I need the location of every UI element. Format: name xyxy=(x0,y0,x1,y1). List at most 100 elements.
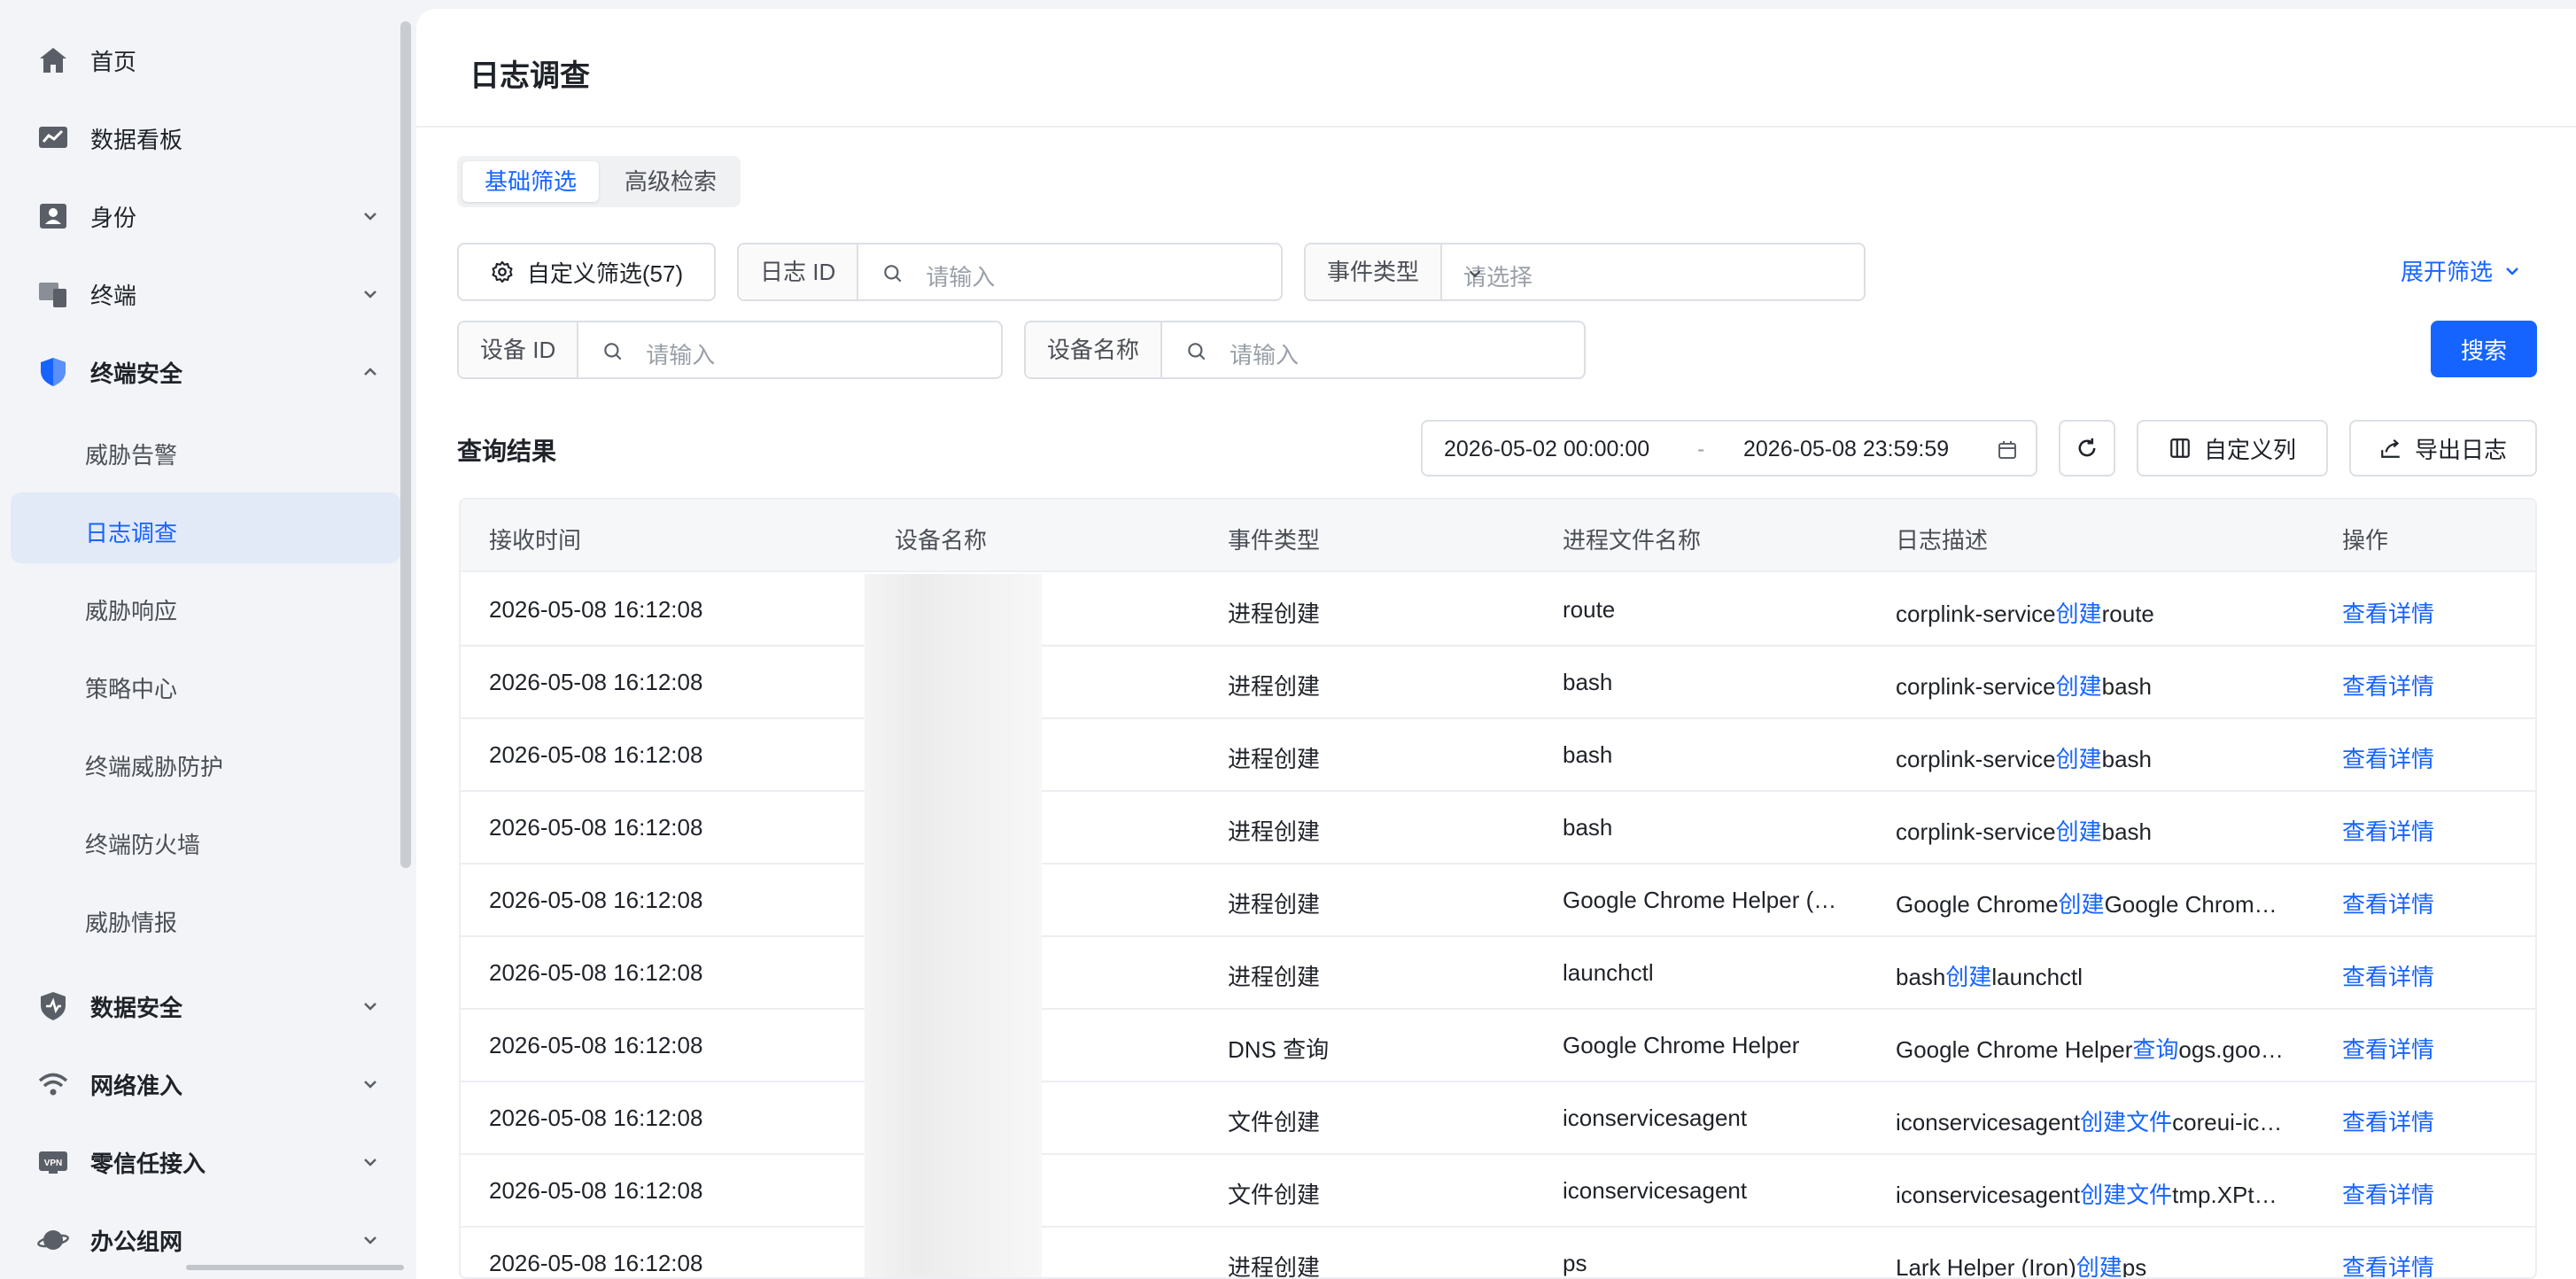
sub-policy-center[interactable]: 策略中心 xyxy=(11,648,400,719)
page-title: 日志调查 xyxy=(469,59,590,93)
cell-process-name: launchctl xyxy=(1563,959,1654,986)
view-details-link[interactable]: 查看详情 xyxy=(2342,1177,2434,1210)
desc-target: bash xyxy=(2101,746,2153,772)
table-row: 2026-05-08 16:12:08 进程创建 bash corplink-serv… xyxy=(461,647,2535,719)
table-row: 2026-05-08 16:12:08 进程创建 bash corplink-serv… xyxy=(461,719,2535,792)
desc-source: iconservicesagent xyxy=(1896,1182,2081,1208)
nav-network-access[interactable]: 网络准入 xyxy=(11,1049,400,1120)
desc-source: Lark Helper (Iron) xyxy=(1896,1254,2076,1279)
device-name-field: 设备名称 请输入 xyxy=(1024,321,1586,379)
log-id-input[interactable]: 请输入 xyxy=(858,244,1281,299)
sub-label: 威胁告警 xyxy=(85,442,178,469)
sidebar: 首页 数据看板 身份 终端 终端安全 威胁告警 日志调查 威胁响应 策略中心 终… xyxy=(0,0,416,1279)
col-receive-time[interactable]: 接收时间 xyxy=(489,523,581,555)
cell-receive-time: 2026-05-08 16:12:08 xyxy=(489,596,703,623)
desc-target: ogs.goo… xyxy=(2178,1036,2284,1063)
chevron-down-icon xyxy=(364,1236,376,1244)
view-details-link[interactable]: 查看详情 xyxy=(2342,887,2434,919)
view-details-link[interactable]: 查看详情 xyxy=(2342,959,2434,992)
device-id-field: 设备 ID 请输入 xyxy=(457,321,1003,379)
nav-endpoint-security[interactable]: 终端安全 xyxy=(11,337,400,407)
date-range-picker[interactable]: 2026-05-02 00:00:00 - 2026-05-08 23:59:5… xyxy=(1421,420,2037,477)
cell-process-name: Google Chrome Helper xyxy=(1563,1032,1800,1058)
sub-log-investigation[interactable]: 日志调查 xyxy=(11,492,400,563)
sidebar-horizontal-scrollbar[interactable] xyxy=(186,1265,404,1270)
view-details-link[interactable]: 查看详情 xyxy=(2342,814,2434,847)
nav-label: 终端安全 xyxy=(90,360,183,387)
search-icon xyxy=(1188,343,1206,360)
expand-filter-link[interactable]: 展开筛选 xyxy=(2401,254,2523,287)
sub-threat-alert[interactable]: 威胁告警 xyxy=(11,415,400,485)
custom-columns-label: 自定义列 xyxy=(2203,436,2296,463)
sub-threat-protection[interactable]: 终端威胁防护 xyxy=(11,726,400,797)
sidebar-scrollbar[interactable] xyxy=(400,21,411,868)
custom-filter-button[interactable]: 自定义筛选(57) xyxy=(457,243,716,301)
sub-threat-response[interactable]: 威胁响应 xyxy=(11,570,400,641)
cell-event-type: 进程创建 xyxy=(1228,601,1321,627)
chevron-down-icon xyxy=(364,1159,376,1167)
date-end[interactable]: 2026-05-08 23:59:59 xyxy=(1743,437,1949,462)
tab-advanced-search[interactable]: 高级检索 xyxy=(606,161,735,202)
col-process-name[interactable]: 进程文件名称 xyxy=(1563,523,1701,555)
home-icon xyxy=(35,43,71,78)
table-row: 2026-05-08 16:12:08 进程创建 bash corplink-serv… xyxy=(461,792,2535,864)
nav-device[interactable]: 终端 xyxy=(11,259,400,329)
nav-label: 数据看板 xyxy=(90,126,183,153)
nav-dashboard[interactable]: 数据看板 xyxy=(11,103,400,174)
refresh-button[interactable] xyxy=(2059,420,2115,477)
desc-target: coreui-ic… xyxy=(2172,1109,2283,1136)
nav-data-security[interactable]: 数据安全 xyxy=(11,971,400,1042)
cell-process-name: iconservicesagent xyxy=(1563,1177,1748,1204)
cell-log-description: corplink-service创建bash xyxy=(1896,669,2152,702)
desc-source: corplink-service xyxy=(1896,673,2056,700)
chevron-down-icon xyxy=(364,1003,376,1011)
desc-source: Google Chrome Helper xyxy=(1896,1036,2133,1063)
cell-log-description: bash创建launchctl xyxy=(1896,959,2083,992)
view-details-link[interactable]: 查看详情 xyxy=(2342,596,2434,629)
event-type-select[interactable]: 请选择 xyxy=(1442,244,1864,299)
table-row: 2026-05-08 16:12:08 进程创建 route corplink-ser… xyxy=(461,574,2535,647)
nav-home[interactable]: 首页 xyxy=(11,25,400,96)
search-button[interactable]: 搜索 xyxy=(2431,321,2537,377)
view-details-link[interactable]: 查看详情 xyxy=(2342,669,2434,702)
desc-source: corplink-service xyxy=(1896,818,2056,845)
cell-process-name: bash xyxy=(1563,669,1613,695)
table-header: 接收时间 设备名称 事件类型 进程文件名称 日志描述 操作 xyxy=(461,500,2535,572)
device-icon xyxy=(35,276,71,312)
view-details-link[interactable]: 查看详情 xyxy=(2342,1032,2434,1065)
nav-identity[interactable]: 身份 xyxy=(11,181,400,252)
event-type-field: 事件类型 请选择 xyxy=(1304,243,1866,301)
view-details-link[interactable]: 查看详情 xyxy=(2342,1250,2434,1277)
search-icon xyxy=(884,265,902,283)
nav-zero-trust[interactable]: VPN 零信任接入 xyxy=(11,1127,400,1198)
device-name-placeholder: 请输入 xyxy=(1230,342,1300,368)
main-panel: 日志调查 基础筛选 高级检索 自定义筛选(57) 日志 ID 请输入 事件类型 … xyxy=(416,9,2576,1279)
cell-process-name: route xyxy=(1563,596,1616,623)
log-id-placeholder: 请输入 xyxy=(926,264,996,291)
date-separator: - xyxy=(1697,437,1705,461)
col-event-type[interactable]: 事件类型 xyxy=(1228,523,1320,555)
col-log-description[interactable]: 日志描述 xyxy=(1896,523,1988,555)
page-header: 日志调查 xyxy=(416,9,2576,128)
gear-icon xyxy=(492,260,513,283)
cell-log-description: Google Chrome创建Google Chrom… xyxy=(1896,887,2277,919)
nav-label: 数据安全 xyxy=(90,994,183,1021)
device-name-input[interactable]: 请输入 xyxy=(1162,322,1584,377)
sub-label: 威胁情报 xyxy=(85,910,178,936)
view-details-link[interactable]: 查看详情 xyxy=(2342,741,2434,774)
cell-event-type: 进程创建 xyxy=(1228,1254,1321,1279)
desc-source: Google Chrome xyxy=(1896,891,2059,918)
sub-threat-intel[interactable]: 威胁情报 xyxy=(11,882,400,953)
col-action: 操作 xyxy=(2342,527,2389,554)
col-device-name[interactable]: 设备名称 xyxy=(895,523,987,555)
date-start[interactable]: 2026-05-02 00:00:00 xyxy=(1444,437,1649,462)
sub-firewall[interactable]: 终端防火墙 xyxy=(11,804,400,875)
filter-mode-tabs: 基础筛选 高级检索 xyxy=(457,156,741,207)
view-details-link[interactable]: 查看详情 xyxy=(2342,1105,2434,1137)
cell-process-name: bash xyxy=(1563,814,1613,841)
export-log-button[interactable]: 导出日志 xyxy=(2349,420,2537,477)
custom-columns-button[interactable]: 自定义列 xyxy=(2137,420,2328,477)
cell-receive-time: 2026-05-08 16:12:08 xyxy=(489,1177,703,1204)
device-id-input[interactable]: 请输入 xyxy=(578,322,1001,377)
tab-basic-filter[interactable]: 基础筛选 xyxy=(462,161,599,202)
